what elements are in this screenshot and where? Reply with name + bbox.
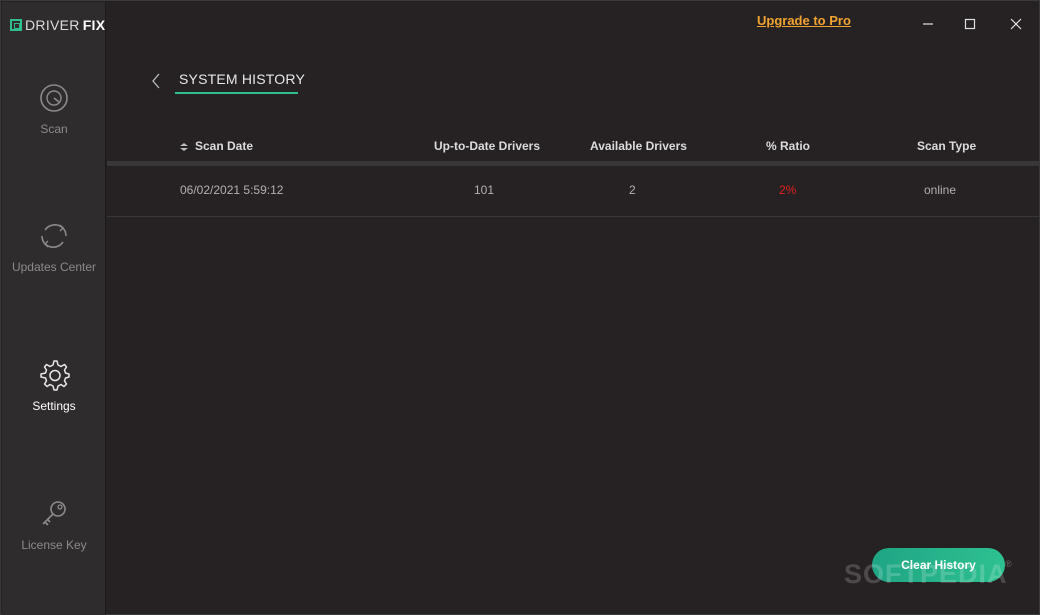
logo-mark-icon	[10, 19, 22, 31]
column-header-scan-type[interactable]: Scan Type	[917, 139, 976, 153]
sidebar-item-updates-center[interactable]: Updates Center	[2, 218, 106, 274]
app-logo: DRIVER FIX	[10, 16, 105, 34]
gear-icon	[40, 360, 70, 391]
column-header-ratio[interactable]: % Ratio	[766, 139, 810, 153]
sidebar-item-label: License Key	[21, 538, 87, 552]
chevron-left-icon	[152, 73, 160, 89]
column-label: Scan Date	[195, 139, 254, 153]
back-button[interactable]	[149, 71, 165, 91]
sidebar: DRIVER FIX Scan Updates Center Settings …	[2, 2, 106, 615]
title-underline	[175, 92, 298, 94]
table-header: Scan Date Up-to-Date Drivers Available D…	[107, 135, 1039, 161]
scan-gauge-icon	[40, 84, 68, 112]
key-icon	[42, 501, 66, 526]
cell-available: 2	[629, 183, 636, 197]
app-window: DRIVER FIX Scan Updates Center Settings …	[0, 0, 1040, 615]
column-header-scan-date[interactable]: Scan Date	[179, 139, 253, 153]
sidebar-item-label: Settings	[32, 399, 76, 413]
close-icon	[1010, 18, 1022, 30]
column-header-up-to-date[interactable]: Up-to-Date Drivers	[434, 139, 540, 153]
maximize-icon	[964, 18, 976, 30]
logo-text-bold: FIX	[82, 17, 106, 33]
sidebar-item-license-key[interactable]: License Key	[2, 496, 106, 552]
column-header-available[interactable]: Available Drivers	[590, 139, 687, 153]
sidebar-item-settings[interactable]: Settings	[2, 357, 106, 413]
sidebar-item-label: Updates Center	[11, 260, 97, 274]
minimize-button[interactable]	[917, 13, 939, 35]
cell-up-to-date: 101	[474, 183, 495, 197]
cell-scan-date: 06/02/2021 5:59:12	[180, 183, 284, 197]
refresh-cycle-icon	[41, 224, 67, 248]
cell-ratio: 2%	[779, 183, 797, 197]
page-title: SYSTEM HISTORY	[179, 71, 305, 87]
sidebar-item-label: Scan	[40, 122, 68, 136]
cell-scan-type: online	[924, 183, 957, 197]
logo-text-light: DRIVER	[25, 17, 80, 33]
watermark-registered-mark: ®	[1005, 559, 1012, 569]
maximize-button[interactable]	[959, 13, 981, 35]
sidebar-item-scan[interactable]: Scan	[2, 80, 106, 136]
minimize-icon	[923, 23, 933, 25]
close-button[interactable]	[1005, 13, 1027, 35]
clear-history-button[interactable]: Clear History	[872, 548, 1005, 582]
upgrade-to-pro-link[interactable]: Upgrade to Pro	[757, 13, 851, 28]
table-row[interactable]: 06/02/2021 5:59:12 101 2 2% online	[107, 166, 1039, 217]
sort-icon	[180, 142, 188, 151]
